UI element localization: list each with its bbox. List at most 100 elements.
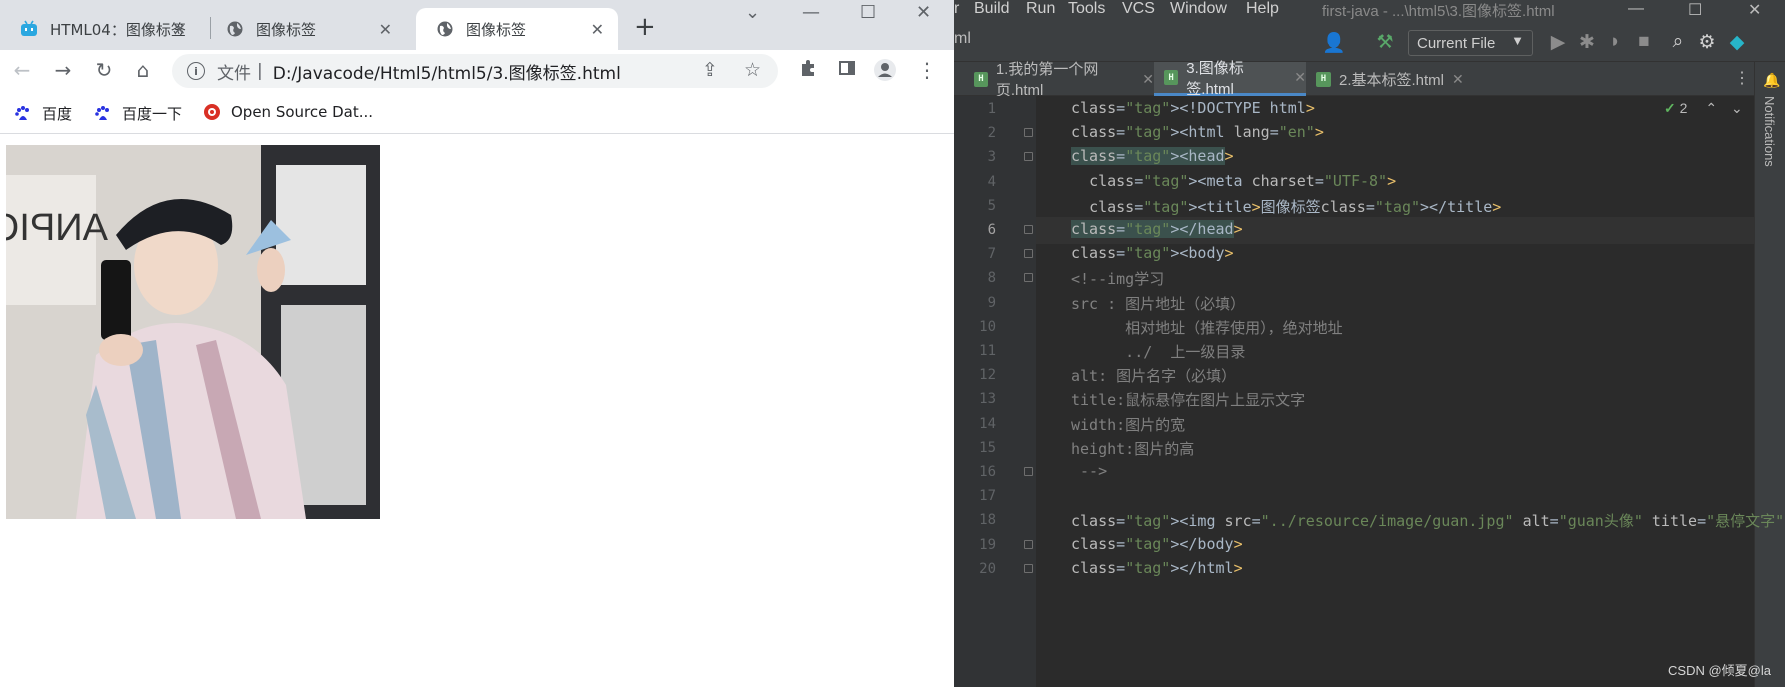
code-line: 6 class="tag"></head> — [954, 217, 1754, 244]
close-icon[interactable]: ✕ — [173, 20, 186, 39]
bookmark-open-source-data[interactable]: Open Source Dat... — [203, 103, 373, 121]
menu-window[interactable]: Window — [1170, 0, 1227, 18]
ide-minimize-icon[interactable]: — — [1628, 0, 1644, 18]
toolbar-fragment: ml — [954, 30, 971, 47]
debug-icon[interactable]: ✱ — [1576, 31, 1598, 54]
fold-marker-icon[interactable] — [1024, 273, 1033, 283]
url-text[interactable]: D:/Javacode/Html5/html5/3.图像标签.html — [273, 59, 621, 84]
gear-icon[interactable]: ⚙ — [1696, 31, 1718, 54]
line-number: 12 — [979, 367, 996, 384]
minimize-icon[interactable]: — — [802, 2, 820, 23]
reload-icon[interactable]: ↻ — [92, 58, 116, 82]
baidu-paw-icon — [14, 105, 32, 123]
editor-tab-image-tag[interactable]: H 3.图像标签.html ✕ — [1154, 60, 1306, 98]
home-icon[interactable]: ⌂ — [131, 58, 155, 82]
menu-run[interactable]: Run — [1026, 0, 1055, 18]
side-panel-icon[interactable] — [835, 58, 859, 83]
line-number: 14 — [979, 415, 996, 432]
close-icon[interactable]: ✕ — [591, 20, 604, 39]
fold-marker-icon[interactable] — [1024, 152, 1033, 162]
line-number: 8 — [987, 270, 996, 287]
tab-search-icon[interactable]: ⌄ — [745, 2, 760, 23]
code-line: 10 相对地址（推荐使用），绝对地址 — [954, 314, 1754, 341]
fold-marker-icon[interactable] — [1024, 249, 1033, 259]
code-text[interactable]: class="tag"><title>图像标签class="tag"></tit… — [1071, 196, 1501, 217]
code-text[interactable]: class="tag"></head> — [1071, 220, 1243, 238]
stop-icon[interactable]: ■ — [1633, 31, 1655, 53]
code-text[interactable]: class="tag"></body> — [1071, 535, 1243, 553]
line-number: 17 — [979, 488, 996, 505]
maximize-icon[interactable]: ☐ — [860, 2, 876, 23]
build-hammer-icon[interactable]: ⚒ — [1374, 31, 1396, 54]
new-tab-button[interactable]: + — [634, 12, 656, 42]
code-text[interactable]: 相对地址（推荐使用），绝对地址 — [1071, 317, 1343, 338]
code-text[interactable]: height:图片的高 — [1071, 438, 1194, 459]
jetbrains-logo-icon[interactable]: ◆ — [1726, 31, 1748, 54]
address-separator: | — [257, 61, 263, 81]
html-file-icon: H — [974, 71, 988, 87]
menu-build[interactable]: Build — [974, 0, 1010, 18]
code-text[interactable]: class="tag"><body> — [1071, 244, 1234, 262]
code-line: 18 class="tag"><img src="../resource/imag… — [954, 507, 1784, 534]
browser-tab-image-tag-1[interactable]: 图像标签 ✕ — [206, 8, 406, 50]
run-icon[interactable]: ▶ — [1547, 31, 1569, 54]
close-window-icon[interactable]: ✕ — [916, 2, 931, 23]
line-number: 4 — [987, 173, 996, 190]
editor-tab-basic-tags[interactable]: H 2.基本标签.html ✕ — [1306, 62, 1466, 96]
coverage-icon[interactable]: ◗ — [1604, 31, 1626, 53]
ide-maximize-icon[interactable]: ☐ — [1688, 0, 1702, 20]
chevron-down-icon: ▼ — [1511, 33, 1524, 48]
close-icon[interactable]: ✕ — [379, 20, 392, 39]
bookmark-baidu[interactable]: 百度 — [14, 103, 72, 124]
search-icon[interactable]: ⌕ — [1667, 31, 1689, 53]
code-text[interactable]: width:图片的宽 — [1071, 414, 1185, 435]
code-text[interactable]: <!--img学习 — [1071, 268, 1164, 289]
menu-help[interactable]: Help — [1246, 0, 1279, 18]
back-icon[interactable]: ← — [10, 58, 34, 82]
code-text[interactable]: title:鼠标悬停在图片上显示文字 — [1071, 389, 1305, 410]
fold-marker-icon[interactable] — [1024, 539, 1033, 549]
menu-tools[interactable]: Tools — [1068, 0, 1105, 18]
browser-tab-html04[interactable]: HTML04：图像标签 ✕ — [0, 8, 200, 50]
ide-close-icon[interactable]: ✕ — [1748, 0, 1761, 20]
code-text[interactable]: class="tag"><!DOCTYPE html> — [1071, 99, 1315, 117]
code-text[interactable]: src : 图片地址（必填） — [1071, 293, 1245, 314]
bookmark-baidu-search[interactable]: 百度一下 — [94, 103, 182, 124]
code-text[interactable]: class="tag"><meta charset="UTF-8"> — [1071, 172, 1396, 190]
extensions-icon[interactable] — [796, 58, 820, 83]
fold-marker-icon[interactable] — [1024, 225, 1033, 234]
code-line: 17 — [954, 483, 1754, 510]
code-text[interactable]: class="tag"><img src="../resource/image/… — [1071, 510, 1785, 531]
fold-marker-icon[interactable] — [1024, 128, 1033, 138]
run-configuration-select[interactable]: Current File ▼ — [1408, 30, 1533, 56]
info-icon[interactable]: i — [187, 62, 205, 80]
user-icon[interactable]: 👤 — [1322, 31, 1346, 55]
browser-tab-image-tag-active[interactable]: 图像标签 ✕ — [416, 8, 618, 50]
menu-dots-icon[interactable]: ⋮ — [915, 58, 939, 82]
code-text[interactable]: ../ 上一级目录 — [1071, 341, 1245, 362]
editor-tab-first-page[interactable]: H 1.我的第一个网页.html ✕ — [964, 61, 1154, 99]
fold-marker-icon[interactable] — [1024, 563, 1033, 573]
close-icon[interactable]: ✕ — [1294, 69, 1306, 86]
bell-icon[interactable]: 🔔 — [1763, 72, 1780, 89]
star-icon[interactable]: ☆ — [744, 59, 761, 81]
code-text[interactable]: alt: 图片名字（必填） — [1071, 365, 1236, 386]
share-icon[interactable]: ⇪ — [702, 59, 718, 81]
notifications-label[interactable]: Notifications — [1762, 96, 1777, 167]
globe-icon — [226, 20, 244, 38]
code-text[interactable]: class="tag"><head> — [1071, 147, 1234, 166]
menu-vcs[interactable]: VCS — [1122, 0, 1155, 18]
bookmark-label: 百度一下 — [122, 105, 183, 123]
code-text[interactable]: class="tag"><html lang="en"> — [1071, 123, 1324, 141]
code-text[interactable]: --> — [1071, 462, 1107, 480]
tab-menu-dots-icon[interactable]: ⋮ — [1734, 68, 1750, 88]
close-icon[interactable]: ✕ — [1452, 71, 1464, 88]
address-bar[interactable]: i 文件 | D:/Javacode/Html5/html5/3.图像标签.ht… — [172, 54, 778, 88]
code-text[interactable]: class="tag"></html> — [1071, 559, 1243, 577]
line-number: 3 — [987, 149, 996, 166]
fold-marker-icon[interactable] — [1024, 467, 1033, 476]
browser-tab-strip: HTML04：图像标签 ✕ 图像标签 ✕ 图像标签 ✕ + ⌄ — ☐ ✕ — [0, 0, 954, 50]
forward-icon[interactable]: → — [51, 58, 75, 82]
profile-avatar-icon[interactable] — [873, 58, 897, 87]
close-icon[interactable]: ✕ — [1142, 71, 1154, 88]
